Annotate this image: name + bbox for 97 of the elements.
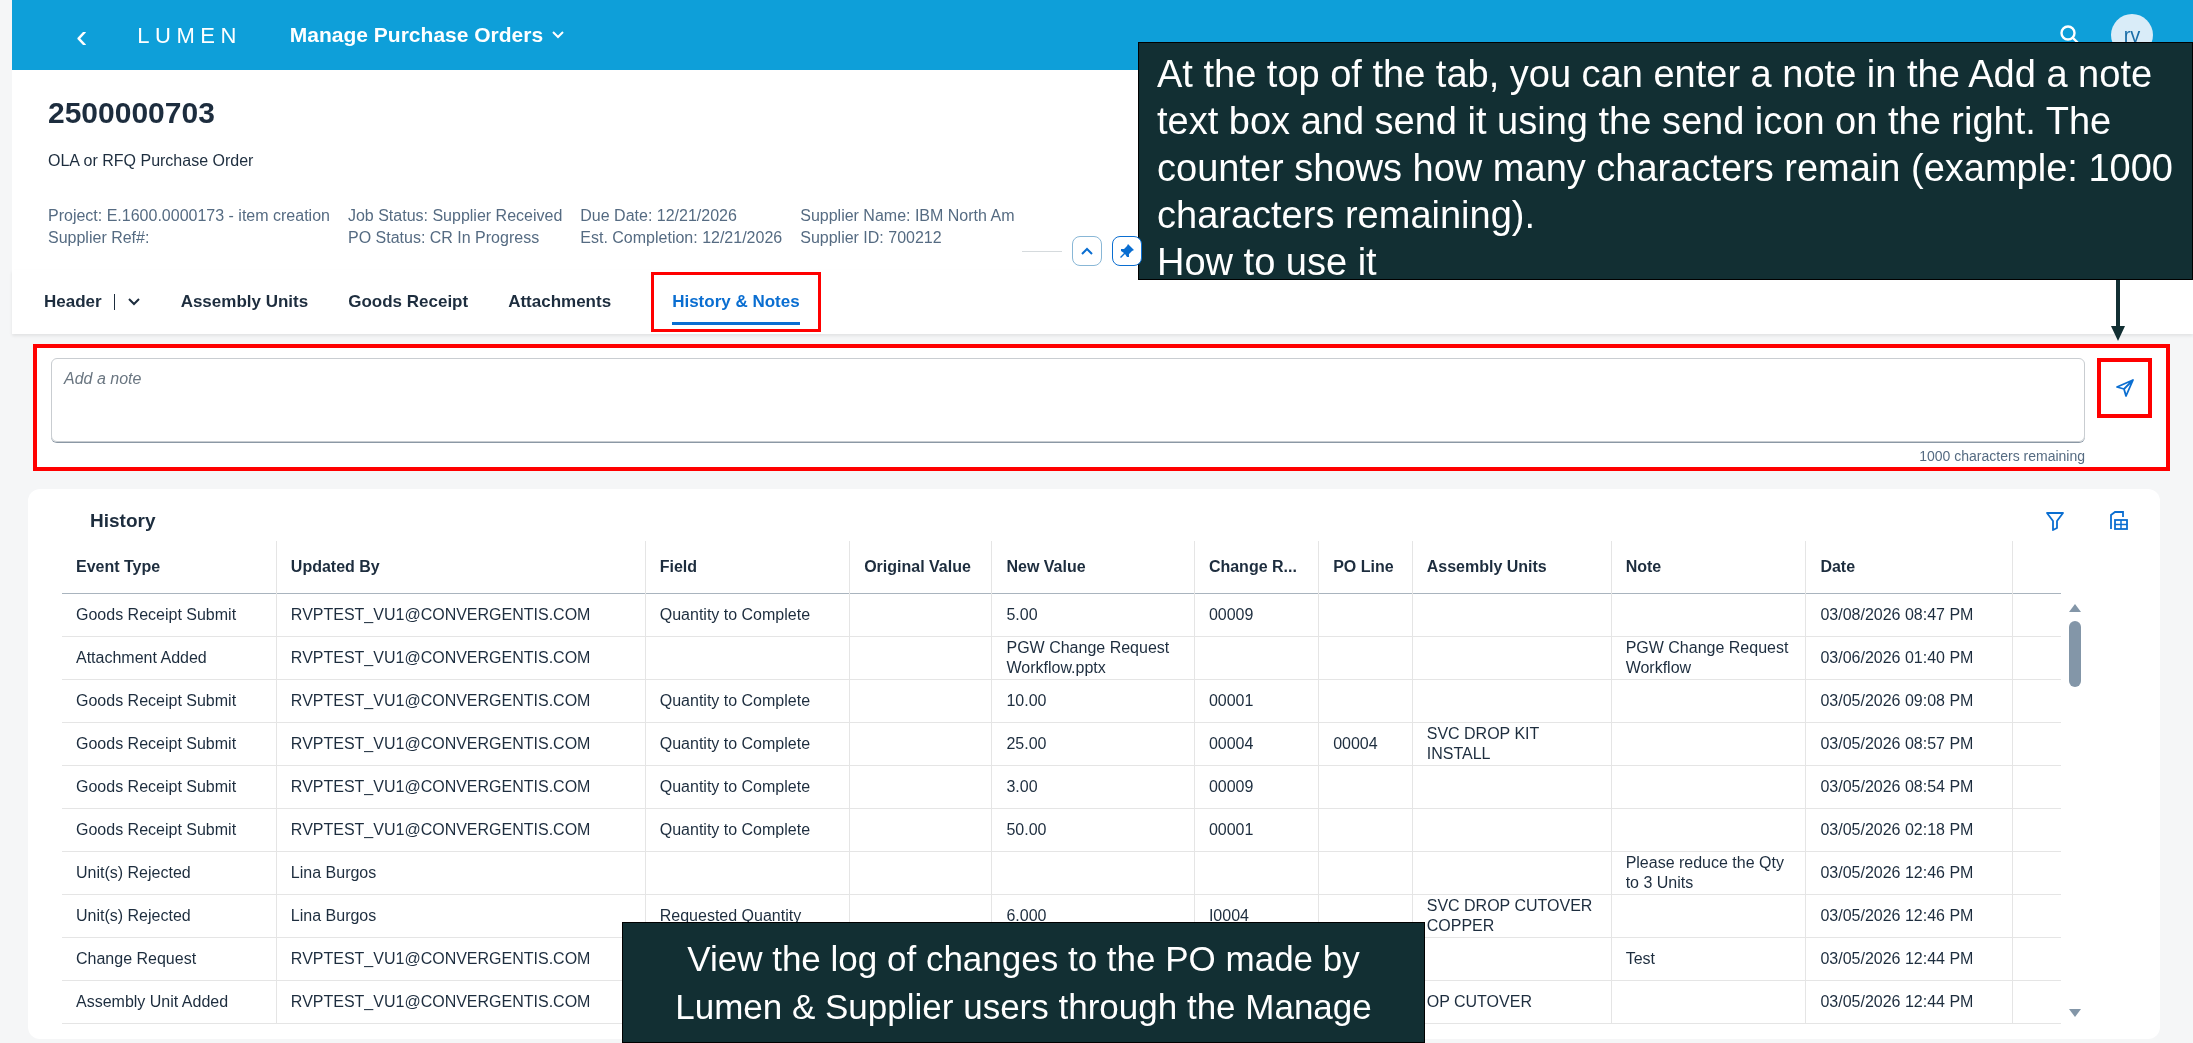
column-header: PO Line bbox=[1333, 557, 1394, 575]
table-cell: Quantity to Complete bbox=[659, 691, 811, 709]
table-cell: 00001 bbox=[1208, 820, 1254, 838]
table-cell: Goods Receipt Submit bbox=[76, 691, 237, 709]
table-cell: Lina Burgos bbox=[290, 906, 377, 924]
table-cell: Quantity to Complete bbox=[659, 777, 811, 795]
tab[interactable]: Header bbox=[44, 270, 141, 334]
tab[interactable]: History & Notes bbox=[651, 272, 821, 332]
table-cell: OP CUTOVER bbox=[1426, 992, 1532, 1010]
table-cell: RVPTEST_VU1@CONVERGENTIS.COM bbox=[290, 777, 591, 795]
table-cell: Attachment Added bbox=[76, 648, 207, 666]
table-cell: 03/05/2026 12:44 PM bbox=[1820, 949, 1974, 967]
table-cell: 00004 bbox=[1208, 734, 1254, 752]
table-cell: 03/05/2026 09:08 PM bbox=[1820, 691, 1974, 709]
tab[interactable]: Attachments bbox=[508, 270, 612, 334]
send-icon bbox=[2114, 378, 2135, 398]
scrollbar-thumb[interactable] bbox=[2069, 621, 2082, 687]
table-cell: 00004 bbox=[1333, 734, 1378, 752]
table-cell: Goods Receipt Submit bbox=[76, 777, 237, 795]
table-cell: SVC DROP CUTOVER COPPER bbox=[1426, 896, 1593, 934]
section-title: History bbox=[89, 508, 157, 533]
table-cell: Goods Receipt Submit bbox=[76, 820, 237, 838]
table-cell: 03/05/2026 08:57 PM bbox=[1820, 734, 1974, 752]
column-header: Note bbox=[1625, 557, 1662, 575]
send-button[interactable] bbox=[2097, 358, 2152, 418]
table-cell: RVPTEST_VU1@CONVERGENTIS.COM bbox=[290, 691, 591, 709]
filter-icon[interactable] bbox=[2044, 510, 2066, 532]
scroll-up-icon[interactable] bbox=[2068, 603, 2083, 613]
column-header: Updated By bbox=[290, 557, 380, 575]
table-cell: RVPTEST_VU1@CONVERGENTIS.COM bbox=[290, 605, 591, 623]
table-cell: RVPTEST_VU1@CONVERGENTIS.COM bbox=[290, 992, 591, 1010]
table-cell: PGW Change Request Workflow.pptx bbox=[1006, 638, 1170, 676]
table-cell: RVPTEST_VU1@CONVERGENTIS.COM bbox=[290, 648, 591, 666]
pin-header-button[interactable] bbox=[1112, 236, 1142, 266]
column-header: Event Type bbox=[76, 557, 161, 575]
table-cell: RVPTEST_VU1@CONVERGENTIS.COM bbox=[290, 949, 591, 967]
table-cell: Quantity to Complete bbox=[659, 605, 811, 623]
chevron-up-icon bbox=[1081, 247, 1093, 255]
column-header: Assembly Units bbox=[1426, 557, 1547, 575]
table-cell: 03/05/2026 12:44 PM bbox=[1820, 992, 1974, 1010]
table-cell: 03/05/2026 12:46 PM bbox=[1820, 863, 1974, 881]
column-header: Original Value bbox=[864, 557, 971, 575]
table-cell: Lina Burgos bbox=[290, 863, 377, 881]
table-cell: Goods Receipt Submit bbox=[76, 605, 237, 623]
attribute-text: PO Status: CR In Progress bbox=[347, 228, 541, 248]
table-cell: 00009 bbox=[1208, 605, 1254, 623]
table-cell: 3.00 bbox=[1006, 777, 1038, 795]
table-cell: 5.00 bbox=[1006, 605, 1038, 623]
attribute-text: Supplier Name: IBM North Am bbox=[800, 206, 1015, 226]
table-cell: Quantity to Complete bbox=[659, 820, 811, 838]
table-cell: RVPTEST_VU1@CONVERGENTIS.COM bbox=[290, 820, 591, 838]
attribute-text: Est. Completion: 12/21/2026 bbox=[580, 228, 783, 248]
table-cell: 03/08/2026 08:47 PM bbox=[1820, 605, 1974, 623]
table-cell: Unit(s) Rejected bbox=[76, 906, 191, 924]
table-cell: Unit(s) Rejected bbox=[76, 863, 191, 881]
table-cell: Test bbox=[1625, 949, 1655, 967]
chevron-down-icon bbox=[551, 30, 566, 40]
table-cell: Please reduce the Qty to 3 Units bbox=[1625, 853, 1784, 891]
tab[interactable]: Goods Receipt bbox=[348, 270, 469, 334]
table-cell: 10.00 bbox=[1006, 691, 1047, 709]
object-title: 2500000703 bbox=[48, 95, 215, 131]
character-counter: 1000 characters remaining bbox=[1919, 447, 2085, 466]
table-cell: 50.00 bbox=[1006, 820, 1047, 838]
attribute-text: Due Date: 12/21/2026 bbox=[580, 206, 738, 226]
column-header: Date bbox=[1820, 557, 1856, 575]
table-cell: 03/06/2026 01:40 PM bbox=[1820, 648, 1974, 666]
table-cell: 03/05/2026 08:54 PM bbox=[1820, 777, 1974, 795]
table-cell: Requested Quantity bbox=[659, 906, 802, 924]
table-cell: 25.00 bbox=[1006, 734, 1047, 752]
pin-icon bbox=[1119, 243, 1135, 259]
table-cell: 03/05/2026 12:46 PM bbox=[1820, 906, 1974, 924]
table-cell: 00001 bbox=[1208, 691, 1254, 709]
tab[interactable]: Assembly Units bbox=[180, 270, 309, 334]
object-subtitle: OLA or RFQ Purchase Order bbox=[48, 151, 254, 171]
table-cell: Change Request bbox=[76, 949, 197, 967]
column-header: Change R... bbox=[1208, 557, 1297, 575]
table-cell: SVC DROP KIT INSTALL bbox=[1426, 724, 1540, 762]
table-cell: Assembly Unit Added bbox=[76, 992, 229, 1010]
column-header: New Value bbox=[1006, 557, 1086, 575]
table-cell: PGW Change Request Workflow bbox=[1625, 638, 1789, 676]
scroll-down-icon[interactable] bbox=[2068, 1007, 2083, 1018]
column-header: Field bbox=[659, 557, 698, 575]
logo: LUMEN bbox=[137, 21, 242, 50]
table-cell: 03/05/2026 02:18 PM bbox=[1820, 820, 1974, 838]
table-cell: 00009 bbox=[1208, 777, 1254, 795]
attribute-text: Project: E.1600.0000173 - item creation bbox=[48, 206, 330, 226]
table-cell: Quantity to Complete bbox=[659, 734, 811, 752]
note-input-field[interactable]: Add a note bbox=[51, 358, 2085, 442]
table-cell: 6.000 bbox=[1006, 906, 1047, 924]
table-cell: RVPTEST_VU1@CONVERGENTIS.COM bbox=[290, 734, 591, 752]
attribute-text: Supplier Ref#: bbox=[48, 228, 151, 248]
attribute-text: Job Status: Supplier Received bbox=[347, 206, 563, 226]
callout-text: View the log of changes to the PO made by Lumen & Supplier users through the Manage bbox=[674, 938, 1373, 1028]
attribute-text: Supplier ID: 700212 bbox=[800, 228, 943, 248]
table-cell: I0004 bbox=[1208, 906, 1249, 924]
table-cell: Goods Receipt Submit bbox=[76, 734, 237, 752]
collapse-header-button[interactable] bbox=[1072, 236, 1102, 266]
